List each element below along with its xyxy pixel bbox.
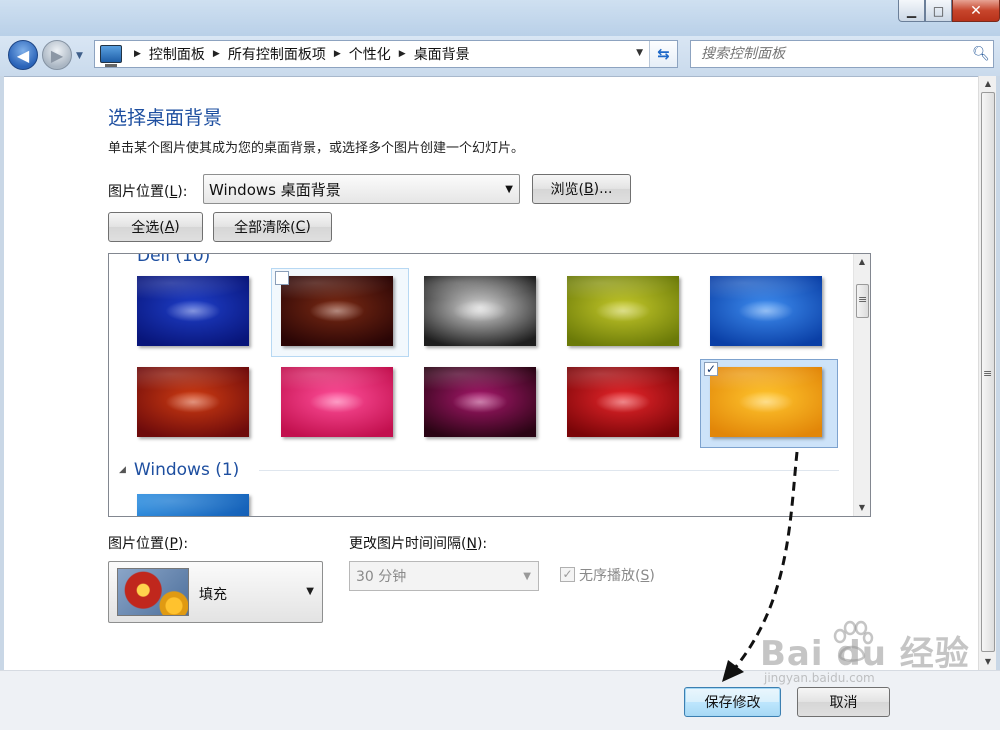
- wallpaper-thumbnail[interactable]: [710, 276, 822, 346]
- picture-location-label: 图片位置(L):: [108, 184, 188, 200]
- minimize-button[interactable]: ▁: [898, 0, 925, 22]
- refresh-icon: ⇆: [657, 45, 670, 63]
- cancel-button[interactable]: 取消: [797, 687, 890, 717]
- breadcrumb-desktop-background[interactable]: 桌面背景: [414, 44, 470, 64]
- recent-pages-dropdown-icon[interactable]: ▼: [76, 51, 83, 61]
- wallpaper-thumbnail[interactable]: [137, 276, 249, 346]
- scroll-down-icon[interactable]: ▼: [854, 500, 870, 516]
- back-button[interactable]: ◀: [8, 40, 38, 70]
- shuffle-label: 无序播放(S): [579, 568, 655, 584]
- search-icon[interactable]: 🔍︎: [969, 46, 993, 62]
- browse-button[interactable]: 浏览(B)...: [532, 174, 631, 204]
- wallpaper-thumbnail[interactable]: [567, 367, 679, 437]
- dropdown-arrow-icon: ▼: [523, 571, 531, 582]
- scroll-thumb[interactable]: [981, 92, 995, 652]
- dropdown-arrow-icon: ▼: [306, 586, 314, 597]
- dropdown-arrow-icon: ▼: [505, 184, 513, 195]
- title-bar: ▁ □ ✕: [0, 0, 1000, 36]
- group-header-windows-label: Windows (1): [133, 460, 240, 480]
- thumbnail-checkbox[interactable]: [275, 271, 289, 285]
- group-header-dell[interactable]: Dell (10): [137, 254, 210, 266]
- breadcrumb-chevron-icon[interactable]: ▶: [134, 49, 141, 59]
- breadcrumb-chevron-icon[interactable]: ▶: [334, 49, 341, 59]
- wallpaper-thumbnail[interactable]: [281, 276, 393, 346]
- wallpaper-thumbnail[interactable]: [424, 367, 536, 437]
- breadcrumb-personalization[interactable]: 个性化: [349, 44, 391, 64]
- forward-arrow-icon: ▶: [50, 45, 64, 65]
- wallpaper-thumbnail[interactable]: [137, 367, 249, 437]
- flower-preview-image: [117, 568, 189, 616]
- wallpaper-thumbnail-windows[interactable]: [137, 494, 249, 516]
- maximize-button[interactable]: □: [925, 0, 952, 22]
- clear-all-button[interactable]: 全部清除(C): [213, 212, 332, 242]
- save-changes-button[interactable]: 保存修改: [684, 687, 781, 717]
- refresh-button[interactable]: ⇆: [649, 41, 677, 67]
- group-header-windows[interactable]: ◢ Windows (1): [119, 460, 239, 480]
- scroll-thumb[interactable]: [856, 284, 869, 318]
- main-content: 选择桌面背景 单击某个图片使其成为您的桌面背景，或选择多个图片创建一个幻灯片。 …: [4, 76, 978, 670]
- gallery-scrollbar[interactable]: ▲ ▼: [853, 254, 870, 516]
- scroll-up-icon[interactable]: ▲: [854, 254, 870, 270]
- breadcrumb-chevron-icon[interactable]: ▶: [399, 49, 406, 59]
- picture-position-value: 填充: [199, 587, 227, 603]
- breadcrumb-chevron-icon[interactable]: ▶: [213, 49, 220, 59]
- back-arrow-icon: ◀: [16, 45, 30, 65]
- wallpaper-thumbnail[interactable]: [567, 276, 679, 346]
- page-scrollbar[interactable]: ▲ ▼: [978, 76, 996, 670]
- wallpaper-thumbnail[interactable]: [710, 367, 822, 437]
- interval-label: 更改图片时间间隔(N):: [349, 536, 488, 552]
- search-box[interactable]: 🔍︎: [690, 40, 994, 68]
- wallpaper-thumbnail[interactable]: [281, 367, 393, 437]
- close-button[interactable]: ✕: [952, 0, 1000, 22]
- breadcrumb-control-panel[interactable]: 控制面板: [149, 44, 205, 64]
- interval-select[interactable]: 30 分钟 ▼: [349, 561, 539, 591]
- picture-position-label: 图片位置(P):: [108, 536, 189, 552]
- page-description: 单击某个图片使其成为您的桌面背景，或选择多个图片创建一个幻灯片。: [108, 141, 525, 156]
- picture-location-value: Windows 桌面背景: [209, 180, 341, 199]
- collapse-triangle-icon[interactable]: ◢: [119, 465, 126, 475]
- navigation-bar: ◀ ▶ ▼ ▶ 控制面板 ▶ 所有控制面板项 ▶ 个性化 ▶ 桌面背景 ▼ ⇆ …: [0, 36, 1000, 76]
- picture-position-select[interactable]: 填充 ▼: [108, 561, 323, 623]
- page-title: 选择桌面背景: [108, 107, 223, 129]
- search-input[interactable]: [691, 46, 969, 62]
- select-all-button[interactable]: 全选(A): [108, 212, 203, 242]
- scroll-up-icon[interactable]: ▲: [980, 76, 996, 92]
- control-panel-icon: [100, 45, 122, 67]
- address-history-dropdown-icon[interactable]: ▼: [636, 48, 643, 58]
- breadcrumb-all-items[interactable]: 所有控制面板项: [228, 44, 326, 64]
- picture-location-select[interactable]: Windows 桌面背景 ▼: [203, 174, 520, 204]
- group-divider: [259, 470, 839, 471]
- shuffle-checkbox[interactable]: ✓: [560, 567, 575, 582]
- wallpaper-gallery[interactable]: Dell (10) ✓ ◢ Windows (1) ▲ ▼: [108, 253, 871, 517]
- wallpaper-thumbnail[interactable]: [424, 276, 536, 346]
- interval-value: 30 分钟: [356, 569, 407, 585]
- forward-button[interactable]: ▶: [42, 40, 72, 70]
- address-bar[interactable]: ▶ 控制面板 ▶ 所有控制面板项 ▶ 个性化 ▶ 桌面背景 ▼ ⇆: [94, 40, 678, 68]
- thumbnail-checkbox[interactable]: ✓: [704, 362, 718, 376]
- window-controls: ▁ □ ✕: [898, 0, 1000, 22]
- scroll-down-icon[interactable]: ▼: [980, 654, 996, 670]
- footer-bar: 保存修改 取消: [0, 670, 1000, 730]
